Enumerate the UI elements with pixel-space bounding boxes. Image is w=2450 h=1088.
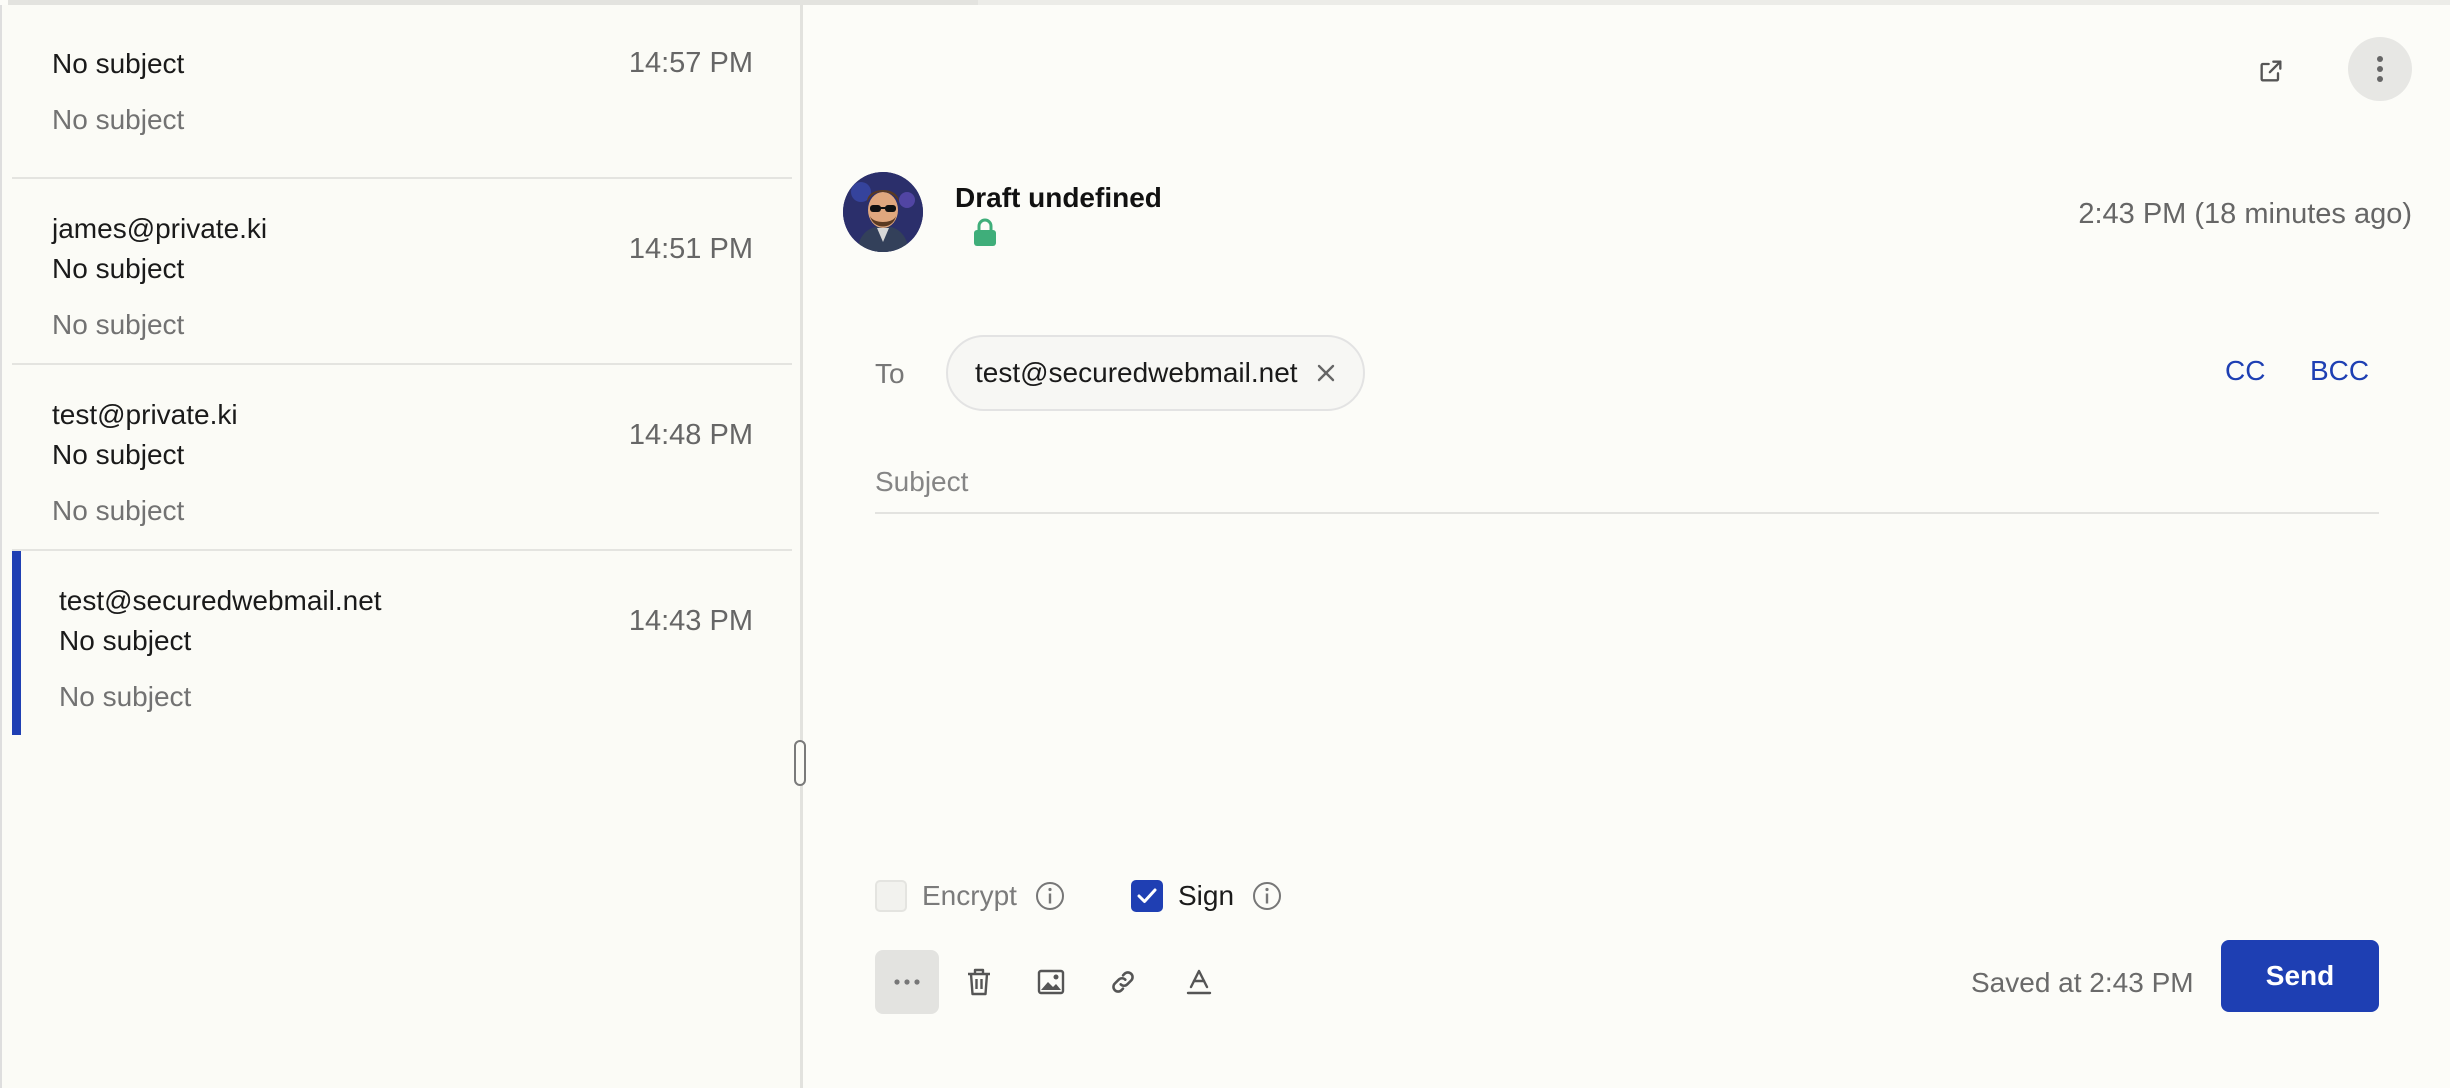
message-preview: No subject (59, 681, 192, 712)
message-preview: No subject (52, 309, 185, 340)
message-preview: No subject (52, 495, 185, 526)
bcc-button[interactable]: BCC (2310, 355, 2369, 387)
message-sender: test@securedwebmail.net (59, 585, 382, 616)
message-list: No subject No subject 14:57 PM james@pri… (0, 5, 802, 1088)
encrypt-option: Encrypt (875, 880, 1066, 912)
message-list-item[interactable]: james@private.ki No subject No subject 1… (12, 179, 792, 365)
message-list-item-selected[interactable]: test@securedwebmail.net No subject No su… (12, 551, 792, 735)
message-subject: No subject (59, 625, 192, 656)
message-subject: No subject (52, 439, 185, 470)
sign-checkbox[interactable] (1131, 880, 1163, 912)
encrypt-checkbox[interactable] (875, 880, 907, 912)
image-icon[interactable] (1019, 950, 1083, 1014)
message-time: 14:57 PM (628, 47, 753, 79)
draft-sender-name: Draft undefined (955, 182, 1162, 213)
trash-icon[interactable] (947, 950, 1011, 1014)
send-button[interactable]: Send (2221, 940, 2379, 1012)
close-icon[interactable] (1316, 363, 1336, 383)
message-preview: No subject (52, 104, 185, 135)
message-time: 14:48 PM (628, 419, 753, 451)
sign-label: Sign (1178, 880, 1235, 911)
external-link-icon[interactable] (2251, 51, 2291, 91)
selection-indicator (12, 551, 21, 735)
message-subject: No subject (52, 48, 185, 79)
more-vertical-icon[interactable] (2348, 37, 2412, 101)
message-sender: james@private.ki (52, 213, 268, 244)
lock-icon (973, 218, 997, 251)
message-body-editor[interactable] (875, 525, 2379, 845)
draft-composer: Draft undefined 2:43 PM (18 minutes ago)… (803, 5, 2450, 1088)
recipient-chip[interactable]: test@securedwebmail.net (946, 335, 1365, 411)
text-format-icon[interactable] (1167, 950, 1231, 1014)
draft-timestamp: 2:43 PM (18 minutes ago) (2078, 198, 2412, 230)
sign-option: Sign (1131, 880, 1283, 912)
more-horizontal-icon[interactable] (875, 950, 939, 1014)
message-list-item[interactable]: test@private.ki No subject No subject 14… (12, 365, 792, 551)
cc-button[interactable]: CC (2225, 355, 2265, 387)
info-icon[interactable] (1251, 880, 1283, 912)
avatar (843, 172, 923, 252)
info-icon[interactable] (1034, 880, 1066, 912)
subject-input[interactable] (875, 452, 2379, 514)
to-label: To (875, 358, 905, 389)
saved-status: Saved at 2:43 PM (1971, 967, 2194, 998)
message-subject: No subject (52, 253, 185, 284)
message-time: 14:51 PM (628, 233, 753, 265)
message-sender: test@private.ki (52, 399, 238, 430)
encrypt-label: Encrypt (922, 880, 1017, 911)
message-list-item[interactable]: No subject No subject 14:57 PM (12, 5, 792, 179)
recipient-address: test@securedwebmail.net (975, 357, 1298, 388)
message-time: 14:43 PM (628, 605, 753, 637)
link-icon[interactable] (1091, 950, 1155, 1014)
